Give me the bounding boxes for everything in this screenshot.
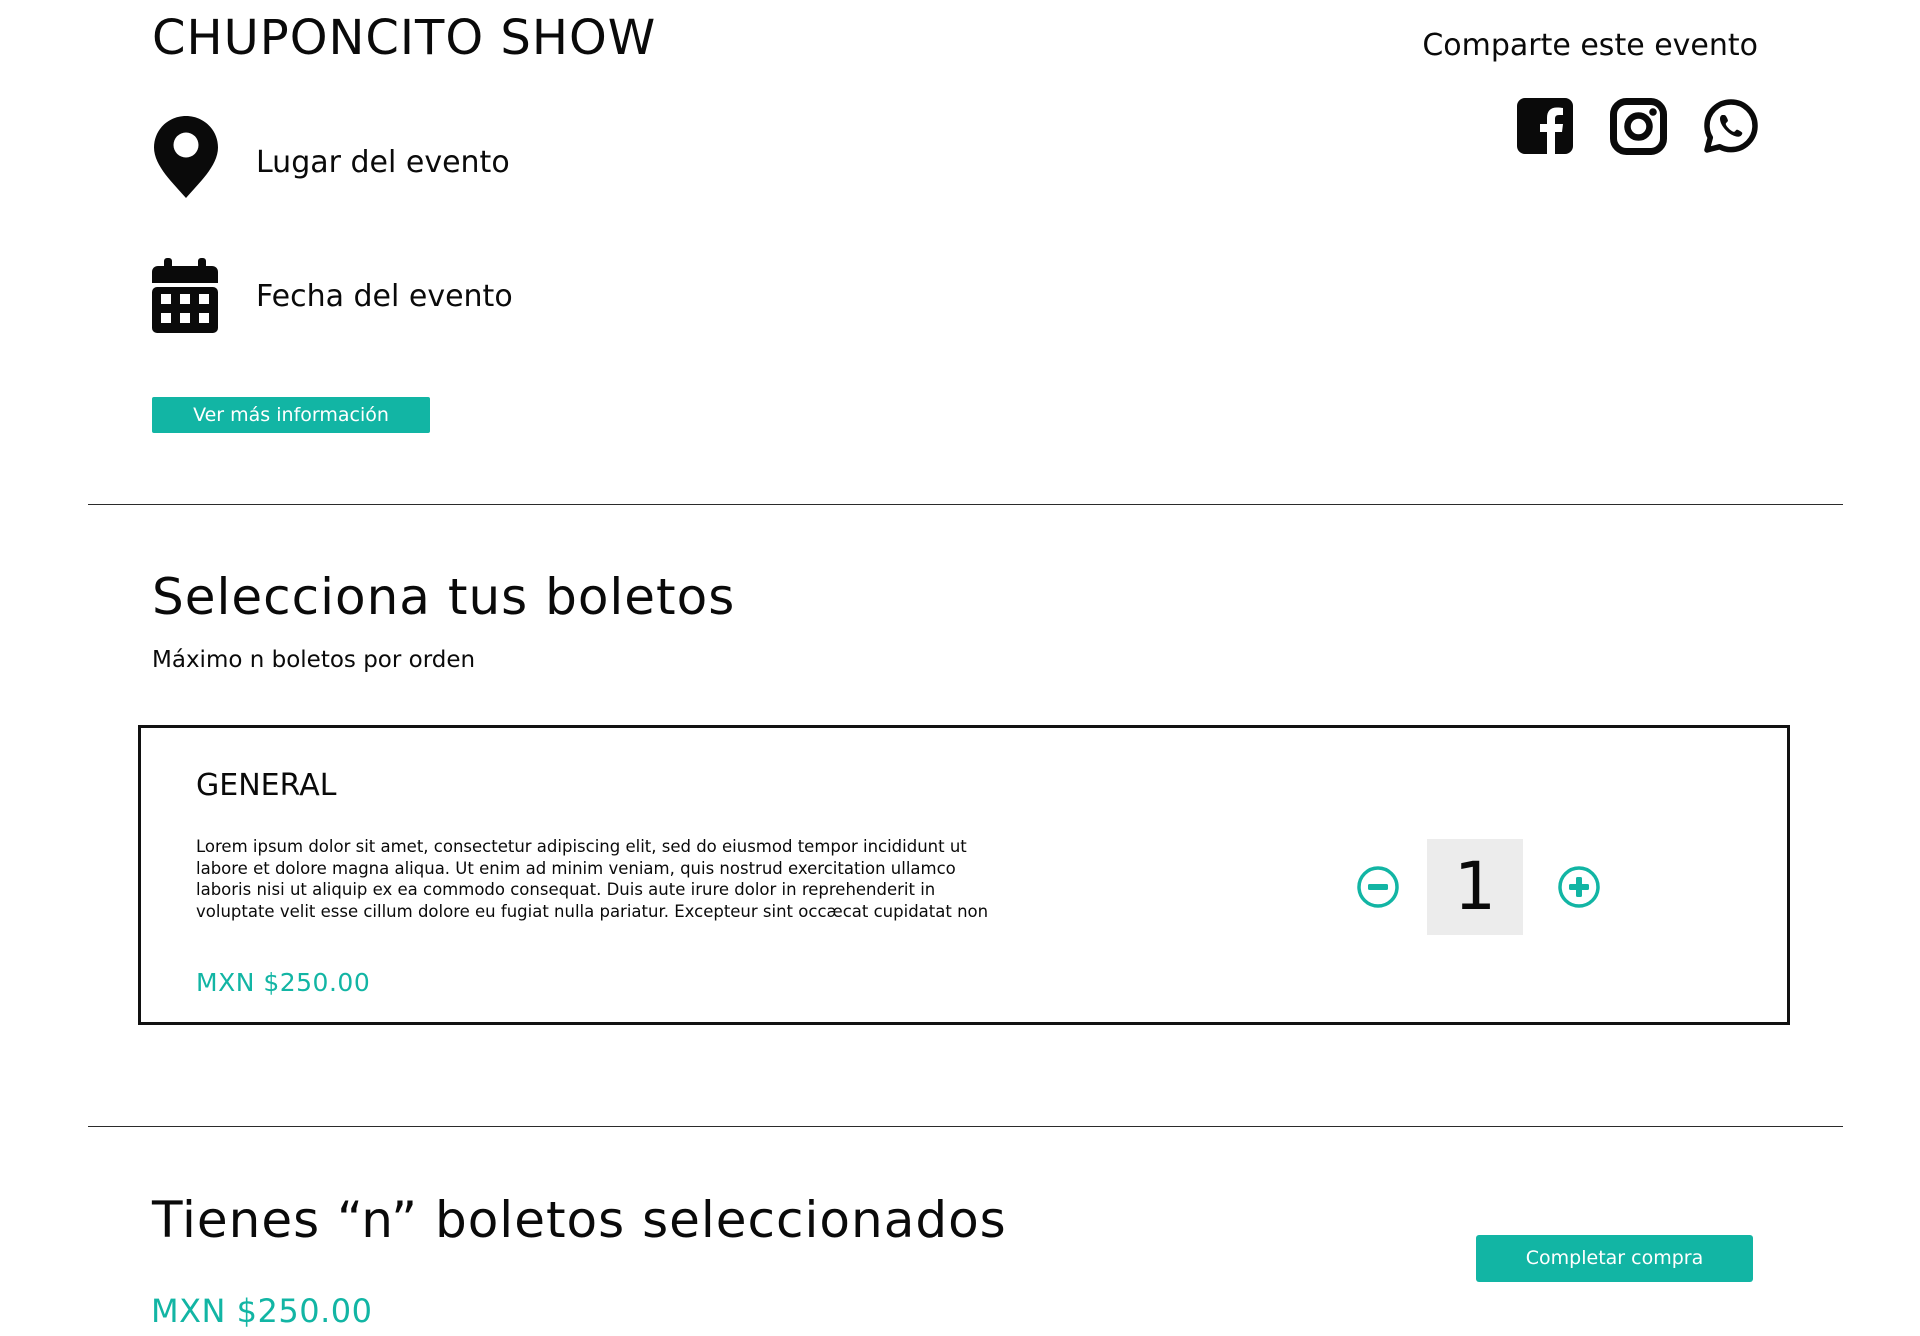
minus-circle-icon xyxy=(1357,866,1399,908)
venue-label: Lugar del evento xyxy=(256,145,510,180)
ticket-name: GENERAL xyxy=(196,768,337,803)
ticket-card-general: GENERAL Lorem ipsum dolor sit amet, cons… xyxy=(138,725,1790,1025)
share-label: Comparte este evento xyxy=(1422,28,1758,63)
instagram-icon[interactable] xyxy=(1610,98,1667,155)
facebook-icon[interactable] xyxy=(1517,98,1573,154)
calendar-icon xyxy=(152,258,218,333)
more-info-button[interactable]: Ver más información xyxy=(152,397,430,433)
complete-purchase-button[interactable]: Completar compra xyxy=(1476,1235,1753,1282)
date-label: Fecha del evento xyxy=(256,279,513,314)
decrease-quantity-button[interactable] xyxy=(1354,863,1402,911)
ticket-description: Lorem ipsum dolor sit amet, consectetur … xyxy=(196,837,989,921)
divider xyxy=(88,1126,1843,1127)
event-title: CHUPONCITO SHOW xyxy=(152,10,657,66)
tickets-section-title: Selecciona tus boletos xyxy=(152,568,736,626)
total-price: MXN $250.00 xyxy=(151,1292,373,1330)
increase-quantity-button[interactable] xyxy=(1555,863,1603,911)
divider xyxy=(88,504,1843,505)
quantity-value[interactable]: 1 xyxy=(1427,839,1523,935)
tickets-section-subtitle: Máximo n boletos por orden xyxy=(152,647,476,673)
ticket-price: MXN $250.00 xyxy=(196,968,371,997)
location-pin-icon xyxy=(152,114,220,200)
summary-title: Tienes “n” boletos seleccionados xyxy=(152,1191,1007,1249)
plus-circle-icon xyxy=(1558,866,1600,908)
whatsapp-icon[interactable] xyxy=(1703,98,1759,154)
